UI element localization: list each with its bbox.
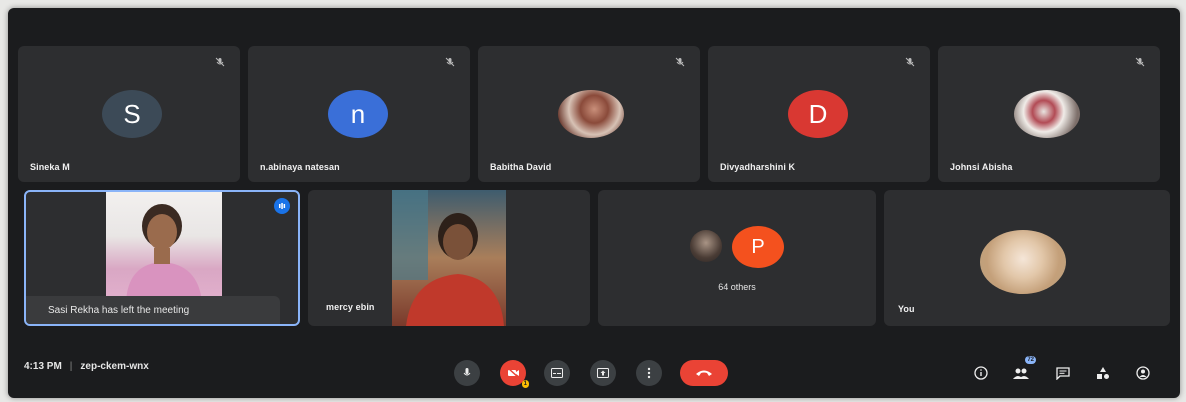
camera-off-icon: [506, 367, 520, 379]
meet-window: S Sineka M n n.abinaya natesan Babitha D…: [8, 8, 1180, 398]
chat-button[interactable]: [1052, 362, 1074, 384]
meeting-info: 4:13 PM | zep-ckem-wnx: [24, 361, 149, 372]
camera-badge: 1: [521, 380, 529, 388]
activities-button[interactable]: [1092, 362, 1114, 384]
leave-call-button[interactable]: [680, 360, 728, 386]
chat-icon: [1056, 366, 1070, 380]
others-count-label: 64 others: [718, 282, 756, 292]
participant-name: Johnsi Abisha: [950, 162, 1013, 172]
separator: |: [69, 361, 73, 372]
meeting-details-button[interactable]: [970, 362, 992, 384]
mic-off-icon: [1134, 56, 1146, 68]
profile-photo: [980, 230, 1066, 294]
avatar: n: [328, 90, 388, 138]
present-button[interactable]: [590, 360, 616, 386]
self-tile[interactable]: You: [884, 190, 1170, 326]
captions-icon: [551, 368, 563, 378]
more-options-button[interactable]: [636, 360, 662, 386]
participant-tile[interactable]: Johnsi Abisha: [938, 46, 1160, 182]
profile-photo: [690, 230, 722, 262]
meeting-code: zep-ckem-wnx: [80, 361, 149, 372]
captions-button[interactable]: [544, 360, 570, 386]
participant-name: n.abinaya natesan: [260, 162, 340, 172]
people-icon: [1013, 368, 1029, 379]
mic-off-icon: [444, 56, 456, 68]
mic-off-icon: [214, 56, 226, 68]
avatar: S: [102, 90, 162, 138]
avatar: D: [788, 90, 848, 138]
participant-name: Sineka M: [30, 162, 70, 172]
meeting-time: 4:13 PM: [24, 361, 62, 372]
profile-photo: [558, 90, 624, 138]
speaking-indicator-icon: [274, 198, 290, 214]
camera-off-button[interactable]: 1: [500, 360, 529, 388]
participant-tile[interactable]: mercy ebin: [308, 190, 590, 326]
participant-tile[interactable]: Babitha David: [478, 46, 700, 182]
profile-photo: [1014, 90, 1080, 138]
participant-name: Divyadharshini K: [720, 162, 796, 172]
participant-tile[interactable]: S Sineka M: [18, 46, 240, 182]
participant-tile[interactable]: n n.abinaya natesan: [248, 46, 470, 182]
participant-video: [392, 190, 506, 326]
mic-icon: [463, 368, 471, 376]
host-controls-button[interactable]: [1132, 362, 1154, 384]
participant-tile[interactable]: D Divyadharshini K: [708, 46, 930, 182]
mic-off-icon: [674, 56, 686, 68]
info-icon: [974, 366, 988, 380]
more-vert-icon: [647, 367, 651, 379]
lock-person-icon: [1136, 366, 1150, 380]
participant-name: You: [898, 304, 915, 314]
avatar: P: [732, 226, 784, 268]
mic-button[interactable]: [454, 360, 480, 386]
toast-message: Sasi Rekha has left the meeting: [26, 296, 280, 324]
people-count-badge: 72: [1025, 356, 1036, 364]
phone-hangup-icon: [696, 370, 712, 376]
people-button[interactable]: 72: [1010, 356, 1036, 384]
participant-name: mercy ebin: [326, 302, 375, 312]
present-icon: [597, 368, 609, 378]
mic-off-icon: [904, 56, 916, 68]
activities-icon: [1097, 367, 1109, 379]
participant-video: [106, 192, 222, 302]
control-bar: 4:13 PM | zep-ckem-wnx 1 72: [8, 346, 1180, 398]
presenter-tile[interactable]: Sasi Rekha has left the meeting: [24, 190, 300, 326]
participant-name: Babitha David: [490, 162, 552, 172]
others-tile[interactable]: P 64 others: [598, 190, 876, 326]
